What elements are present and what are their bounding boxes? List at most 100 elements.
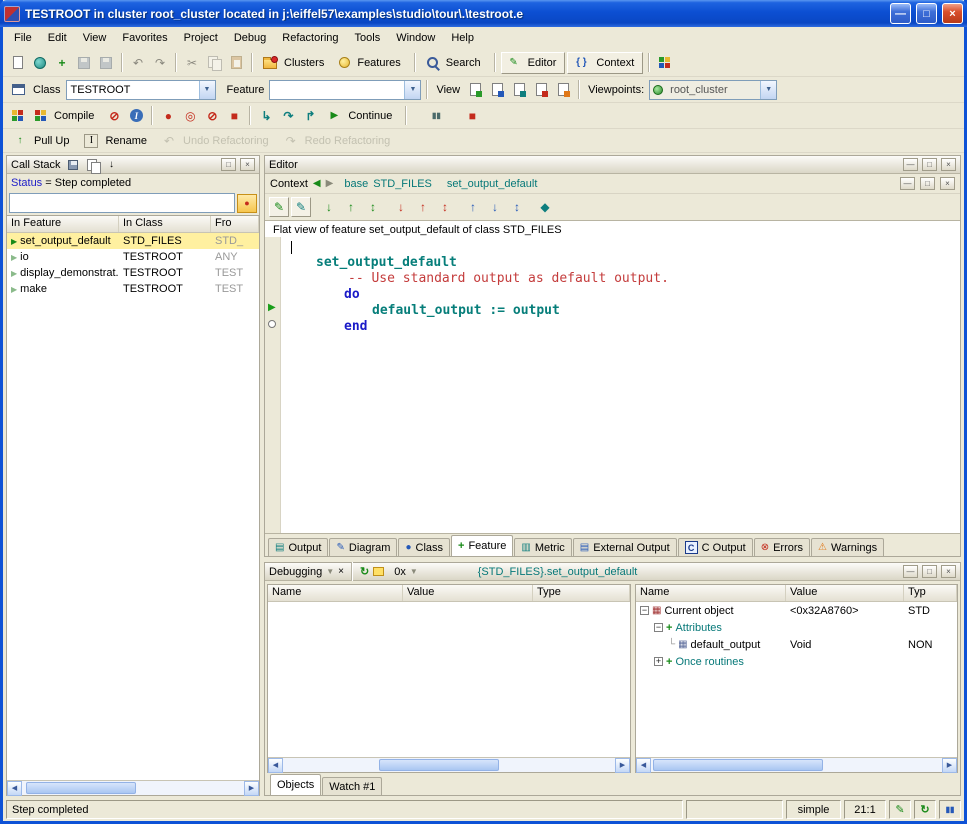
project-settings-icon[interactable] xyxy=(8,106,28,126)
ancestors-icon[interactable]: ↑ xyxy=(463,197,483,217)
feature-combo[interactable]: ▼ xyxy=(269,80,421,100)
compile-button[interactable]: Compile xyxy=(30,105,102,127)
redo-icon[interactable]: ↷ xyxy=(150,53,170,73)
scroll-right-icon[interactable]: ▶ xyxy=(942,758,957,773)
call-stack-row[interactable]: ▶set_output_default STD_FILES STD_ xyxy=(7,233,259,249)
watch-hscrollbar[interactable]: ◀ ▶ xyxy=(268,757,630,772)
undo-refactoring-button[interactable]: ↶ Undo Refactoring xyxy=(157,130,277,152)
scroll-thumb[interactable] xyxy=(379,759,499,771)
context-close-icon[interactable]: × xyxy=(940,177,955,190)
enable-breakpoints-icon[interactable]: ● xyxy=(158,106,178,126)
menu-window[interactable]: Window xyxy=(388,29,443,47)
editor-toggle-button[interactable]: ✎ Editor xyxy=(501,52,566,74)
hex-toggle[interactable]: 0x xyxy=(394,566,406,578)
watch-column-value[interactable]: Value xyxy=(403,585,533,601)
undo-icon[interactable]: ↶ xyxy=(128,53,148,73)
objects-column-value[interactable]: Value xyxy=(786,585,904,601)
assignees-icon[interactable]: ↑ xyxy=(413,197,433,217)
breakpoint-slot-icon[interactable] xyxy=(268,320,276,328)
exception-handling-icon[interactable]: ■ xyxy=(224,106,244,126)
tab-output[interactable]: ▤Output xyxy=(268,538,328,556)
minimize-button[interactable]: — xyxy=(890,3,911,24)
viewpoints-combo[interactable]: root_cluster ▼ xyxy=(649,80,777,100)
disable-breakpoints-icon[interactable]: ◎ xyxy=(180,106,200,126)
assigners-icon[interactable]: ↓ xyxy=(391,197,411,217)
save-call-stack-icon[interactable] xyxy=(65,158,81,172)
interface-view-icon[interactable] xyxy=(553,80,573,100)
crumb-class[interactable]: STD_FILES xyxy=(373,178,432,190)
callers-icon[interactable]: ↓ xyxy=(319,197,339,217)
code-area[interactable]: ▶ set_output_default -- Use standard out… xyxy=(265,237,960,533)
call-hierarchy-icon[interactable]: ↕ xyxy=(363,197,383,217)
call-stack-hscrollbar[interactable]: ◀ ▶ xyxy=(7,780,259,795)
edit-feature-icon[interactable]: ✎ xyxy=(269,197,289,217)
remove-breakpoints-icon[interactable]: ⊘ xyxy=(202,106,222,126)
open-file-icon[interactable] xyxy=(30,53,50,73)
menu-edit[interactable]: Edit xyxy=(40,29,75,47)
tab-class[interactable]: ●Class xyxy=(398,538,450,556)
watch-column-type[interactable]: Type xyxy=(533,585,630,601)
step-over-icon[interactable]: ↷ xyxy=(278,106,298,126)
editor-maximize-icon[interactable]: □ xyxy=(922,158,937,171)
maximize-button[interactable]: □ xyxy=(916,3,937,24)
call-stack-row[interactable]: ▶make TESTROOT TEST xyxy=(7,281,259,297)
import-call-stack-icon[interactable]: ↓ xyxy=(105,158,119,172)
scroll-thumb[interactable] xyxy=(653,759,823,771)
tab-c-output[interactable]: CC Output xyxy=(678,538,753,556)
tab-diagram[interactable]: ✎Diagram xyxy=(329,538,397,556)
viewpoints-combo-arrow[interactable]: ▼ xyxy=(760,81,776,99)
debugging-close-button[interactable]: × xyxy=(941,565,956,578)
scroll-thumb[interactable] xyxy=(26,782,136,794)
history-back-icon[interactable]: ◀ xyxy=(313,178,321,189)
class-combo-arrow[interactable]: ▼ xyxy=(199,81,215,99)
clusters-button[interactable]: Clusters xyxy=(258,52,332,74)
objects-hscrollbar[interactable]: ◀ ▶ xyxy=(636,757,957,772)
watch-column-name[interactable]: Name xyxy=(268,585,403,601)
object-tree-row[interactable]: − ▦ Current object <0x32A8760> STD xyxy=(636,602,957,619)
class-combo[interactable]: TESTROOT ▼ xyxy=(66,80,216,100)
debugging-menu-icon[interactable]: ▼ xyxy=(326,567,334,576)
menu-debug[interactable]: Debug xyxy=(226,29,274,47)
scroll-left-icon[interactable]: ◀ xyxy=(7,781,22,796)
editor-close-icon[interactable]: × xyxy=(941,158,956,171)
copy-icon[interactable] xyxy=(204,53,224,73)
dock-call-stack-icon[interactable]: □ xyxy=(221,158,236,171)
call-stack-row[interactable]: ▶io TESTROOT ANY xyxy=(7,249,259,265)
context-toggle-button[interactable]: { } Context xyxy=(567,52,643,74)
menu-tools[interactable]: Tools xyxy=(347,29,389,47)
menu-help[interactable]: Help xyxy=(443,29,482,47)
tab-feature[interactable]: +Feature xyxy=(451,535,513,556)
context-maximize-icon[interactable]: □ xyxy=(920,177,935,190)
stop-button[interactable]: ■ xyxy=(462,106,482,126)
external-commands-icon[interactable] xyxy=(655,53,675,73)
column-in-feature[interactable]: In Feature xyxy=(7,216,119,232)
pause-button[interactable]: ▮▮ xyxy=(426,106,446,126)
tab-external-output[interactable]: ▤External Output xyxy=(573,538,677,556)
features-button[interactable]: Features xyxy=(334,52,408,74)
flat-view-icon[interactable] xyxy=(509,80,529,100)
stack-filter-combo[interactable] xyxy=(9,193,235,213)
tab-objects[interactable]: Objects xyxy=(270,774,321,795)
feature-combo-arrow[interactable]: ▼ xyxy=(404,81,420,99)
expand-icon[interactable]: + xyxy=(654,657,663,666)
basic-text-view-icon[interactable] xyxy=(465,80,485,100)
tab-watch-1[interactable]: Watch #1 xyxy=(322,777,382,795)
menu-file[interactable]: File xyxy=(6,29,40,47)
feature-relations-icon[interactable]: ◆ xyxy=(535,197,555,217)
descendants-icon[interactable]: ↓ xyxy=(485,197,505,217)
context-minimize-icon[interactable]: — xyxy=(900,177,915,190)
crumb-library[interactable]: base xyxy=(344,178,368,190)
add-icon[interactable]: + xyxy=(52,53,72,73)
breakpoint-gutter[interactable]: ▶ xyxy=(265,237,281,533)
scroll-left-icon[interactable]: ◀ xyxy=(268,758,283,773)
objects-column-type[interactable]: Typ xyxy=(904,585,957,601)
info-icon[interactable]: I xyxy=(126,106,146,126)
refresh-objects-icon[interactable]: ↻ xyxy=(360,565,369,578)
tab-metric[interactable]: ▥Metric xyxy=(514,538,571,556)
assignment-hierarchy-icon[interactable]: ↕ xyxy=(435,197,455,217)
hex-dropdown-icon[interactable]: ▼ xyxy=(410,567,418,576)
save-all-icon[interactable] xyxy=(96,53,116,73)
editor-minimize-icon[interactable]: — xyxy=(903,158,918,171)
save-icon[interactable] xyxy=(74,53,94,73)
tab-errors[interactable]: ⊗Errors xyxy=(754,538,810,556)
